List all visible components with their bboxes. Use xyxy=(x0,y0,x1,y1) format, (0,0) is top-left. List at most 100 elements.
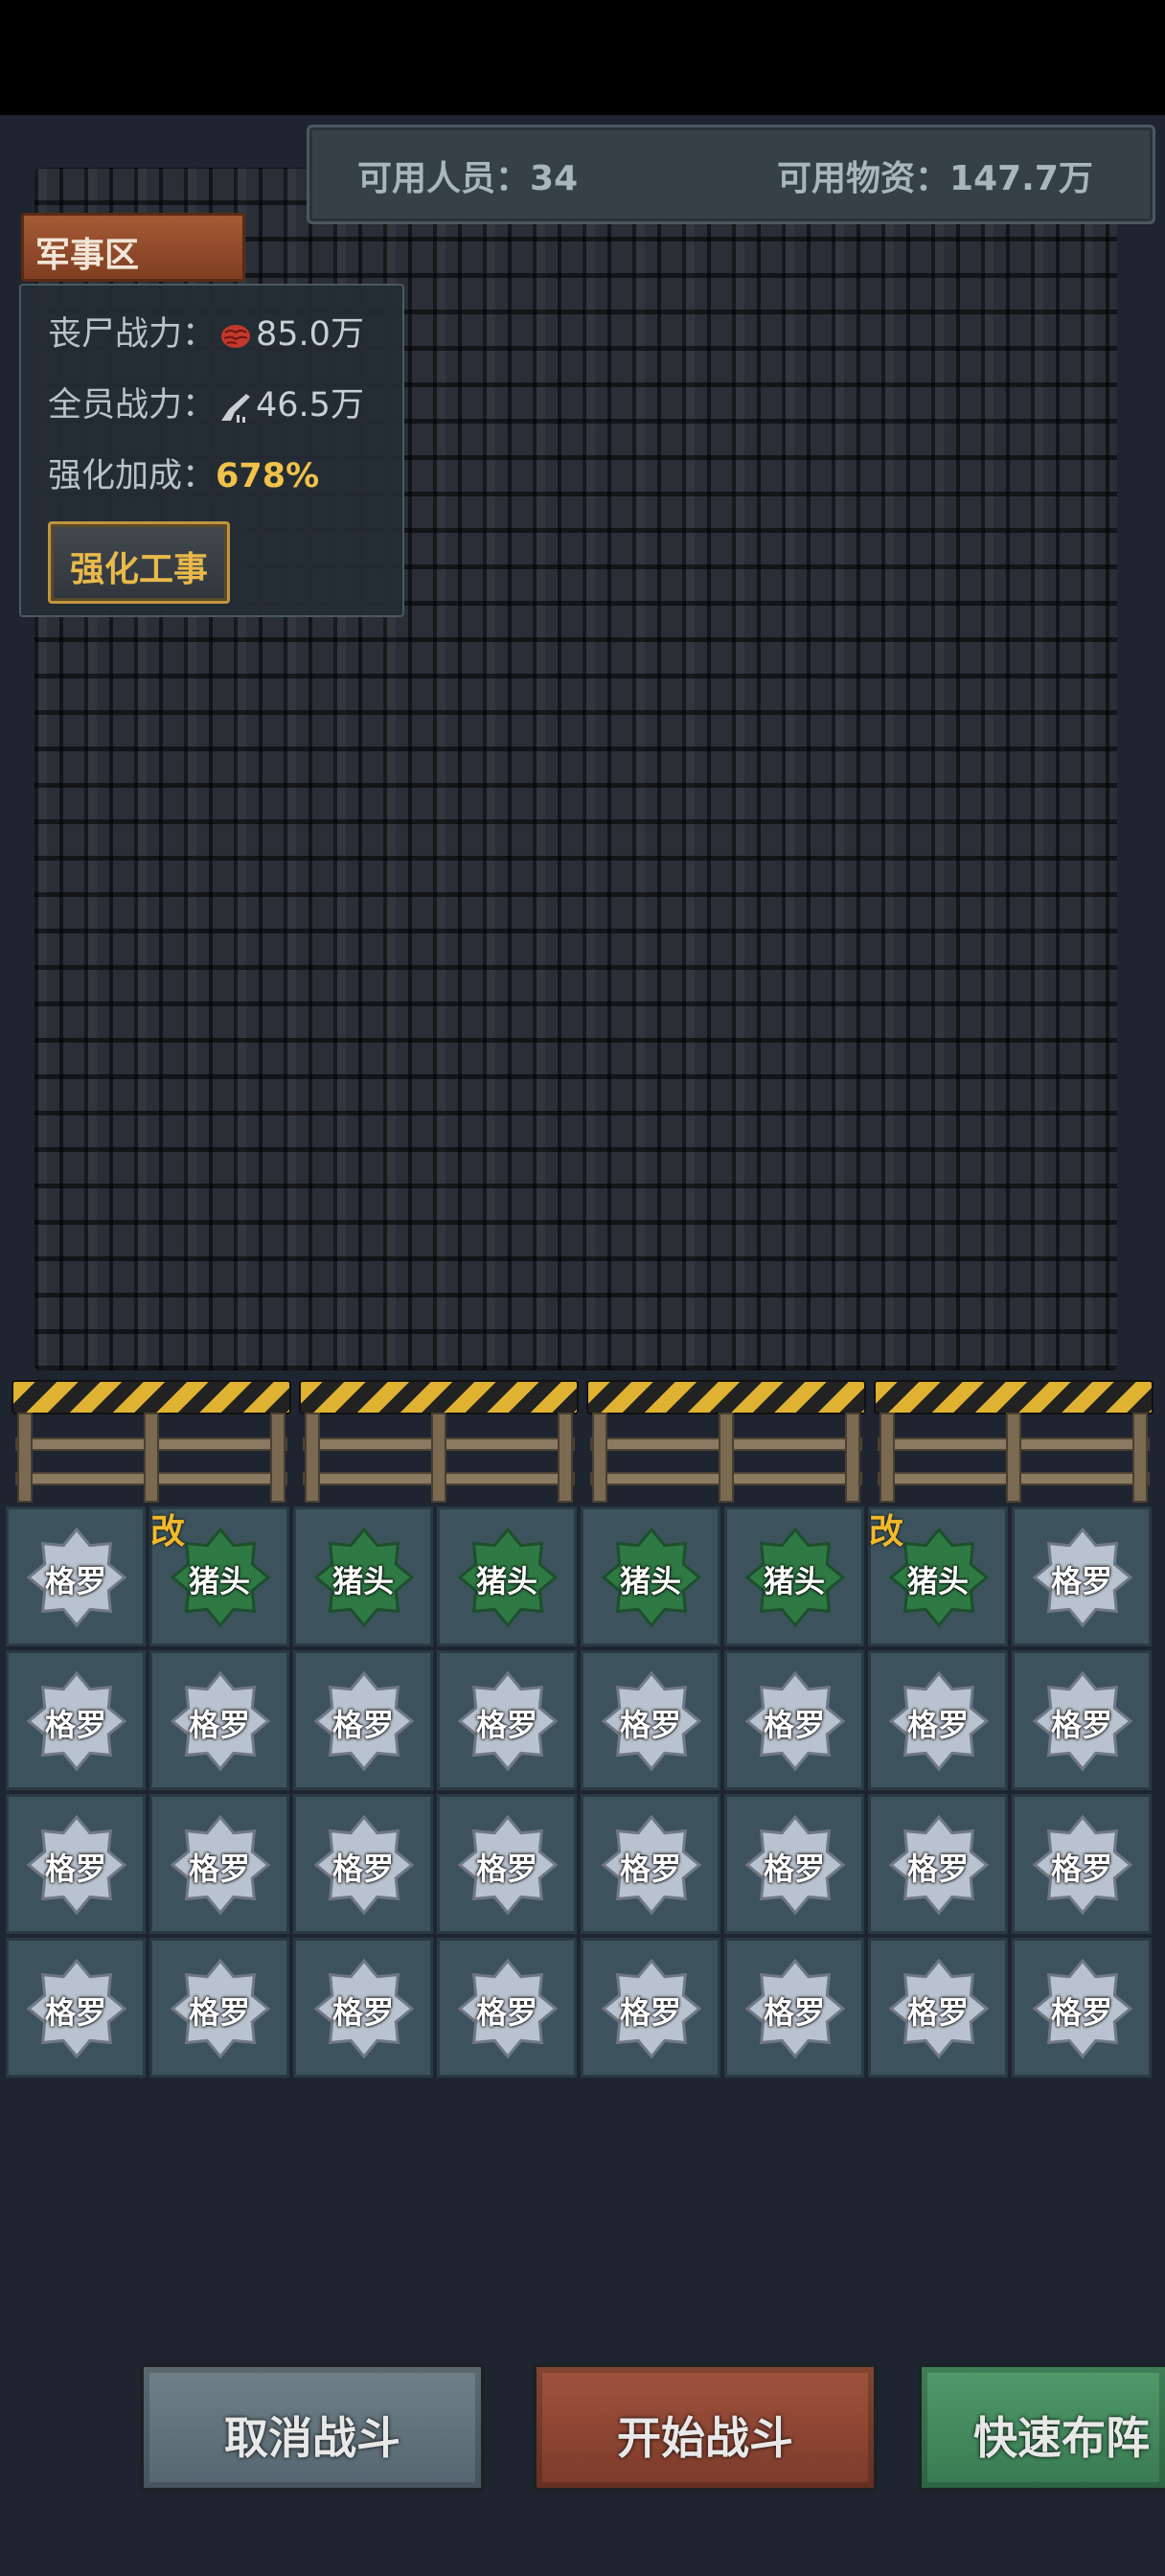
unit-name: 格罗 xyxy=(763,1707,825,1743)
unit-slot[interactable]: 格罗 xyxy=(868,1650,1008,1790)
unit-name: 格罗 xyxy=(44,1563,106,1599)
barricade-leg xyxy=(558,1413,573,1503)
unit-slot[interactable]: 格罗 xyxy=(6,1506,146,1646)
barricade-leg xyxy=(144,1413,159,1503)
unit-slot[interactable]: 猪头 xyxy=(293,1506,433,1646)
unit-slot[interactable]: 格罗 xyxy=(1012,1794,1152,1934)
unit-name: 猪头 xyxy=(188,1563,250,1599)
unit-slot[interactable]: 猪头改 xyxy=(868,1506,1008,1646)
available-supplies: 可用物资：147.7万 xyxy=(777,150,1093,200)
barricade-leg xyxy=(431,1413,446,1503)
unit-slot[interactable]: 格罗 xyxy=(149,1650,289,1790)
unit-slot[interactable]: 格罗 xyxy=(6,1650,146,1790)
unit-slot[interactable]: 格罗 xyxy=(581,1650,720,1790)
available-supplies-label: 可用物资： xyxy=(777,159,950,198)
fortify-bonus-label: 强化加成： xyxy=(48,457,217,495)
unit-slot[interactable]: 格罗 xyxy=(581,1938,720,2078)
barricade-leg xyxy=(270,1413,286,1503)
unit-name: 格罗 xyxy=(44,1994,106,2031)
unit-name: 猪头 xyxy=(763,1563,825,1599)
unit-name: 格罗 xyxy=(188,1851,250,1887)
unit-name: 格罗 xyxy=(475,1707,537,1743)
unit-name: 格罗 xyxy=(619,1707,681,1743)
unit-name: 猪头 xyxy=(906,1563,969,1599)
unit-slot[interactable]: 格罗 xyxy=(293,1938,433,2078)
unit-slot[interactable]: 猪头 xyxy=(437,1506,577,1646)
unit-formation-grid: 格罗 猪头改猪头 猪头 猪头 猪头 猪头改格罗 格罗 格罗 格罗 格罗 格罗 格罗 格罗 格罗 格罗 格罗 格罗… xyxy=(6,1506,1161,2082)
unit-name: 猪头 xyxy=(619,1563,681,1599)
start-battle-label: 开始战斗 xyxy=(617,2412,793,2464)
unit-slot[interactable]: 格罗 xyxy=(6,1938,146,2078)
barricade xyxy=(586,1380,866,1503)
unit-name: 格罗 xyxy=(619,1994,681,2031)
fortify-button[interactable]: 强化工事 xyxy=(48,521,230,604)
unit-slot[interactable]: 猪头 xyxy=(581,1506,720,1646)
barricade-leg xyxy=(879,1413,895,1503)
unit-name: 格罗 xyxy=(188,1994,250,2031)
unit-slot[interactable]: 格罗 xyxy=(437,1938,577,2078)
unit-name: 格罗 xyxy=(906,1707,969,1743)
barricade-leg xyxy=(17,1413,33,1503)
unit-slot[interactable]: 格罗 xyxy=(293,1794,433,1934)
modified-marker: 改 xyxy=(869,1512,904,1552)
zombie-power-row: 丧尸战力： 85.0万 xyxy=(48,307,364,356)
zone-info-panel: 丧尸战力： 85.0万 全员战力： 46.5万 强化加成：678% 强化工事 xyxy=(19,284,404,617)
fortify-bonus-row: 强化加成：678% xyxy=(48,448,319,497)
unit-name: 格罗 xyxy=(763,1994,825,2031)
unit-slot[interactable]: 格罗 xyxy=(149,1794,289,1934)
start-battle-button[interactable]: 开始战斗 xyxy=(533,2363,878,2492)
cancel-battle-button[interactable]: 取消战斗 xyxy=(140,2363,485,2492)
status-bar xyxy=(0,0,1165,115)
zone-title: 军事区 xyxy=(35,236,140,275)
unit-name: 格罗 xyxy=(331,1851,394,1887)
unit-name: 格罗 xyxy=(475,1851,537,1887)
unit-slot[interactable]: 格罗 xyxy=(724,1938,864,2078)
unit-slot[interactable]: 格罗 xyxy=(724,1794,864,1934)
unit-name: 猪头 xyxy=(475,1563,537,1599)
unit-name: 格罗 xyxy=(331,1707,394,1743)
barricade xyxy=(11,1380,291,1503)
fortify-bonus-value: 678% xyxy=(216,457,320,495)
modified-marker: 改 xyxy=(150,1512,186,1552)
unit-name: 格罗 xyxy=(1050,1563,1112,1599)
unit-slot[interactable]: 格罗 xyxy=(724,1650,864,1790)
total-power-row: 全员战力： 46.5万 xyxy=(48,378,364,426)
unit-slot[interactable]: 格罗 xyxy=(437,1794,577,1934)
unit-name: 格罗 xyxy=(763,1851,825,1887)
unit-name: 格罗 xyxy=(331,1994,394,2031)
unit-slot[interactable]: 格罗 xyxy=(1012,1506,1152,1646)
available-personnel-label: 可用人员： xyxy=(357,159,531,198)
unit-slot[interactable]: 格罗 xyxy=(581,1794,720,1934)
unit-slot[interactable]: 格罗 xyxy=(1012,1938,1152,2078)
zombie-power-label: 丧尸战力： xyxy=(48,315,217,354)
unit-slot[interactable]: 格罗 xyxy=(149,1938,289,2078)
hazard-stripe xyxy=(299,1380,579,1414)
quick-deploy-button[interactable]: 快速布阵 xyxy=(918,2363,1165,2492)
unit-slot[interactable]: 格罗 xyxy=(868,1938,1008,2078)
unit-slot[interactable]: 格罗 xyxy=(293,1650,433,1790)
total-power-label: 全员战力： xyxy=(48,386,217,425)
unit-slot[interactable]: 猪头 xyxy=(724,1506,864,1646)
barricade-leg xyxy=(1132,1413,1148,1503)
unit-name: 格罗 xyxy=(906,1994,969,2031)
resource-panel: 可用人员：34 可用物资：147.7万 xyxy=(307,125,1155,224)
unit-slot[interactable]: 格罗 xyxy=(6,1794,146,1934)
unit-name: 格罗 xyxy=(906,1851,969,1887)
unit-slot[interactable]: 格罗 xyxy=(437,1650,577,1790)
unit-slot[interactable]: 格罗 xyxy=(868,1794,1008,1934)
unit-name: 格罗 xyxy=(44,1707,106,1743)
unit-name: 格罗 xyxy=(44,1851,106,1887)
barricade-leg xyxy=(592,1413,607,1503)
barricade-leg xyxy=(1006,1413,1021,1503)
hazard-stripe xyxy=(586,1380,866,1414)
barricade-leg xyxy=(305,1413,320,1503)
barricade xyxy=(874,1380,1154,1503)
unit-slot[interactable]: 格罗 xyxy=(1012,1650,1152,1790)
unit-slot[interactable]: 猪头改 xyxy=(149,1506,289,1646)
hazard-stripe xyxy=(874,1380,1154,1414)
available-supplies-value: 147.7万 xyxy=(949,159,1093,198)
available-personnel: 可用人员：34 xyxy=(357,150,578,200)
unit-name: 格罗 xyxy=(188,1707,250,1743)
hazard-stripe xyxy=(11,1380,291,1414)
total-power-value: 46.5万 xyxy=(256,386,364,425)
